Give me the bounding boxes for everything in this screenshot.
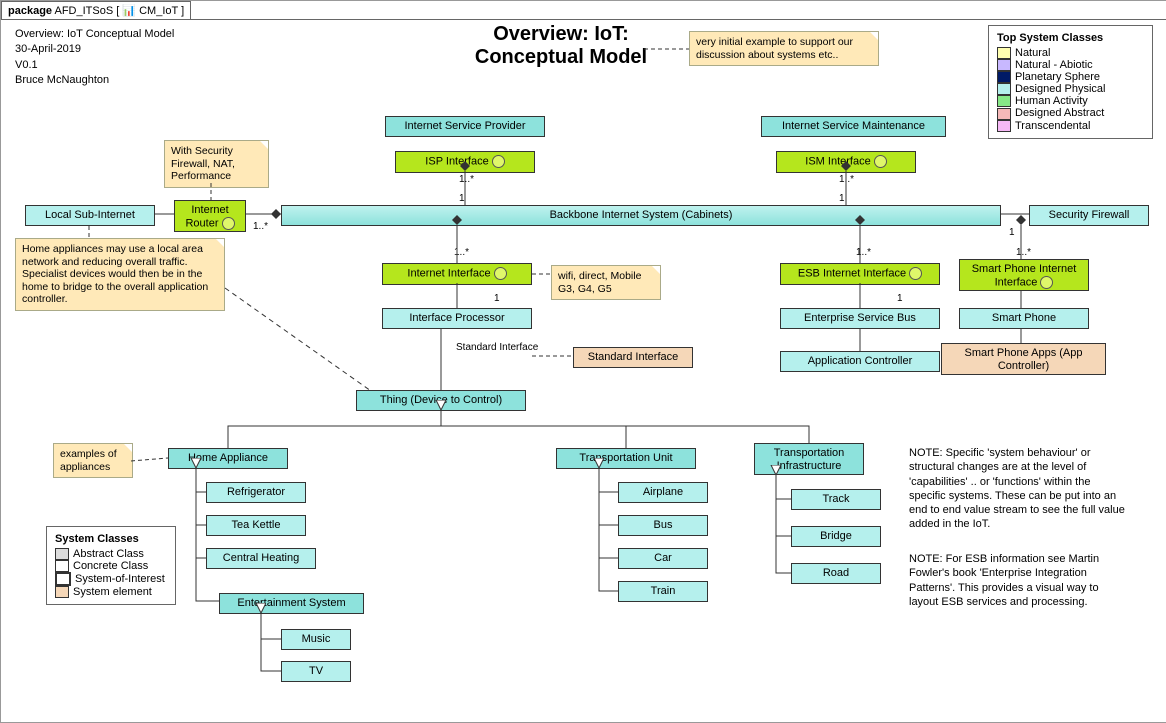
node-transport-infra[interactable]: Transportation Infrastructure: [754, 443, 864, 475]
note-initial: very initial example to support our disc…: [689, 31, 879, 66]
node-train[interactable]: Train: [618, 581, 708, 602]
port-icon: [222, 217, 235, 230]
node-isp[interactable]: Internet Service Provider: [385, 116, 545, 137]
node-central-heating[interactable]: Central Heating: [206, 548, 316, 569]
node-isp-interface[interactable]: ISP Interface: [395, 151, 535, 173]
mult: 1: [897, 293, 903, 304]
node-interface-processor[interactable]: Interface Processor: [382, 308, 532, 329]
mult: 1: [1009, 227, 1015, 238]
diagram-title: Overview: IoT: Conceptual Model: [431, 23, 691, 69]
overview-meta: Overview: IoT Conceptual Model 30-April-…: [15, 27, 174, 89]
node-sp-apps[interactable]: Smart Phone Apps (App Controller): [941, 343, 1106, 375]
meta-author: Bruce McNaughton: [15, 73, 174, 88]
port-icon: [1040, 276, 1053, 289]
note-wifi: wifi, direct, Mobile G3, G4, G5: [551, 265, 661, 300]
node-music[interactable]: Music: [281, 629, 351, 650]
node-bridge[interactable]: Bridge: [791, 526, 881, 547]
label-standard-interface: Standard Interface: [456, 342, 538, 353]
node-tea-kettle[interactable]: Tea Kettle: [206, 515, 306, 536]
node-backbone[interactable]: Backbone Internet System (Cabinets): [281, 205, 1001, 226]
package-keyword: package: [8, 5, 52, 17]
node-tv[interactable]: TV: [281, 661, 351, 682]
legend-system-classes: System Classes Abstract Class Concrete C…: [46, 526, 176, 605]
legend-top-system-classes: Top System Classes Natural Natural - Abi…: [988, 25, 1153, 139]
node-transport-unit[interactable]: Transportation Unit: [556, 448, 696, 469]
node-airplane[interactable]: Airplane: [618, 482, 708, 503]
mult: 1..*: [454, 247, 469, 258]
node-road[interactable]: Road: [791, 563, 881, 584]
package-name: AFD_ITSoS: [54, 5, 113, 17]
mult: 1: [459, 193, 465, 204]
node-ism[interactable]: Internet Service Maintenance: [761, 116, 946, 137]
meta-date: 30-April-2019: [15, 42, 174, 57]
package-sub: CM_IoT: [139, 5, 178, 17]
port-icon: [874, 155, 887, 168]
node-bus[interactable]: Bus: [618, 515, 708, 536]
node-entertainment[interactable]: Entertainment System: [219, 593, 364, 614]
mult: 1..*: [856, 247, 871, 258]
mult: 1: [494, 293, 500, 304]
node-standard-interface[interactable]: Standard Interface: [573, 347, 693, 368]
node-refrigerator[interactable]: Refrigerator: [206, 482, 306, 503]
node-esb-interface[interactable]: ESB Internet Interface: [780, 263, 940, 285]
package-tab: package AFD_ITSoS [ 📊 CM_IoT ]: [1, 1, 191, 19]
note-behaviour: NOTE: Specific 'system behaviour' or str…: [909, 446, 1129, 532]
swatch: [997, 47, 1011, 59]
node-app-controller[interactable]: Application Controller: [780, 351, 940, 372]
note-router: With Security Firewall, NAT, Performance: [164, 140, 269, 188]
port-icon: [494, 267, 507, 280]
node-local-sub-internet[interactable]: Local Sub-Internet: [25, 205, 155, 226]
note-appliances: examples of appliances: [53, 443, 133, 478]
meta-version: V0.1: [15, 58, 174, 73]
note-esb: NOTE: For ESB information see Martin Fow…: [909, 552, 1129, 609]
port-icon: [909, 267, 922, 280]
diagram-canvas: package AFD_ITSoS [ 📊 CM_IoT ] Overview:…: [0, 0, 1166, 723]
node-thing[interactable]: Thing (Device to Control): [356, 390, 526, 411]
node-firewall[interactable]: Security Firewall: [1029, 205, 1149, 226]
meta-title: Overview: IoT Conceptual Model: [15, 27, 174, 42]
note-lan: Home appliances may use a local area net…: [15, 238, 225, 311]
mult: 1..*: [1016, 247, 1031, 258]
node-home-appliance[interactable]: Home Appliance: [168, 448, 288, 469]
node-smart-phone[interactable]: Smart Phone: [959, 308, 1089, 329]
node-track[interactable]: Track: [791, 489, 881, 510]
mult: 1..*: [253, 221, 268, 232]
node-internet-router[interactable]: Internet Router: [174, 200, 246, 232]
mult: 1..*: [839, 174, 854, 185]
mult: 1: [839, 193, 845, 204]
node-car[interactable]: Car: [618, 548, 708, 569]
node-esb[interactable]: Enterprise Service Bus: [780, 308, 940, 329]
node-sp-interface[interactable]: Smart Phone Internet Interface: [959, 259, 1089, 291]
port-icon: [492, 155, 505, 168]
node-ism-interface[interactable]: ISM Interface: [776, 151, 916, 173]
node-internet-interface[interactable]: Internet Interface: [382, 263, 532, 285]
mult: 1..*: [459, 174, 474, 185]
